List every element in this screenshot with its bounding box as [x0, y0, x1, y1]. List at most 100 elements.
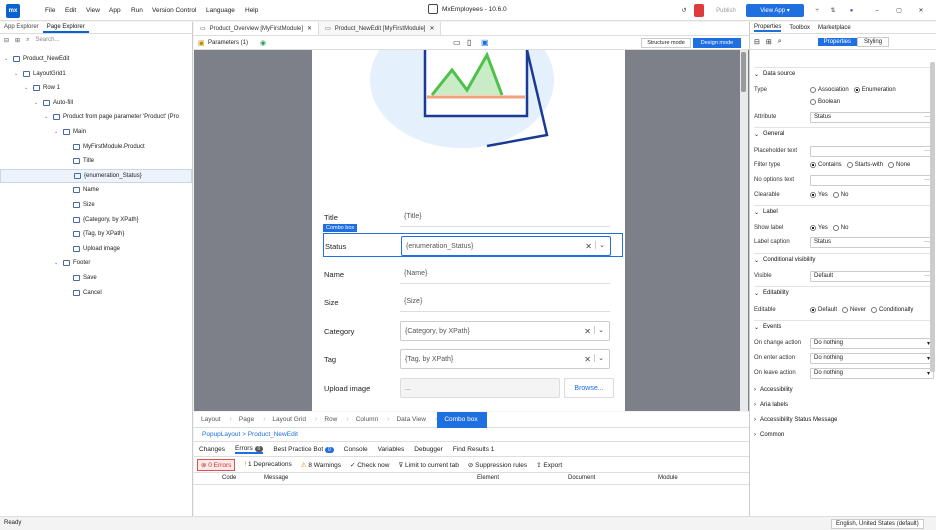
- section-conditional-visibility[interactable]: ⌄ Conditional visibility: [754, 253, 934, 266]
- menu-help[interactable]: Help: [245, 7, 258, 14]
- branch-icon[interactable]: ⑂: [812, 4, 822, 17]
- categorize-icon[interactable]: ⊞: [766, 38, 772, 46]
- tree-item[interactable]: ⌄ Auto-fill: [34, 96, 73, 110]
- warnings-filter[interactable]: ⚠ 8 Warnings: [301, 461, 341, 469]
- expand-icon[interactable]: ⊞: [15, 37, 20, 44]
- section-collapsed[interactable]: › Accessibility: [754, 383, 934, 396]
- breadcrumb-item[interactable]: Page: [232, 412, 263, 428]
- errors-filter[interactable]: ⊗ 0 Errors: [197, 458, 236, 471]
- col-document[interactable]: Document: [568, 475, 595, 481]
- parameters-button[interactable]: Parameters (1): [208, 40, 248, 46]
- sync-icon[interactable]: ⇅: [828, 4, 838, 17]
- breadcrumb-item[interactable]: Combo box: [437, 411, 487, 428]
- tree-item[interactable]: {Tag, by XPath}: [64, 227, 124, 241]
- expand-toggle-icon[interactable]: ⌄: [54, 260, 60, 266]
- tab-app-explorer[interactable]: App Explorer: [0, 22, 43, 33]
- tree-item[interactable]: Upload image: [64, 242, 120, 256]
- menu-edit[interactable]: Edit: [65, 7, 76, 14]
- view-app-button[interactable]: View App ▾: [746, 4, 804, 17]
- expand-toggle-icon[interactable]: ⌄: [54, 129, 60, 135]
- suppression-rules-button[interactable]: ⊘ Suppression rules: [468, 461, 527, 469]
- tree-item[interactable]: ⌄ Row 1: [24, 81, 60, 95]
- filter-startswith-radio[interactable]: Starts-with: [846, 162, 883, 168]
- menu-app[interactable]: App: [109, 7, 121, 14]
- export-button[interactable]: ⇪ Export: [536, 461, 562, 469]
- clearable-no-radio[interactable]: No: [832, 192, 848, 198]
- editable-default-radio[interactable]: Default: [810, 307, 837, 313]
- subtab-properties[interactable]: Properties: [817, 37, 858, 46]
- upload-field[interactable]: ...: [400, 378, 560, 398]
- combo-box[interactable]: {Category, by XPath} ✕ ⌄: [400, 321, 610, 341]
- tab-marketplace[interactable]: Marketplace: [818, 25, 851, 31]
- chevron-down-icon[interactable]: ⌄: [594, 326, 604, 334]
- menu-version-control[interactable]: Version Control: [152, 7, 196, 14]
- event-action-select[interactable]: Do nothing ▾: [810, 367, 934, 379]
- breadcrumb-item[interactable]: Data View: [389, 412, 435, 428]
- design-mode-button[interactable]: Design mode: [693, 38, 741, 48]
- menu-file[interactable]: File: [45, 7, 55, 14]
- type-association-radio[interactable]: Association: [810, 87, 849, 93]
- combo-box[interactable]: {enumeration_Status} ✕ ⌄: [401, 236, 611, 256]
- layout-path[interactable]: PopupLayout > Product_NewEdit: [194, 428, 749, 442]
- text-input[interactable]: {Size}: [400, 292, 610, 312]
- event-action-select[interactable]: Do nothing ▾: [810, 337, 934, 349]
- menu-view[interactable]: View: [86, 7, 100, 14]
- no-options-field[interactable]: ···: [810, 174, 934, 186]
- section-data-source[interactable]: ⌄ Data source: [754, 67, 934, 80]
- placeholder-field[interactable]: ···: [810, 145, 934, 157]
- clear-icon[interactable]: ✕: [584, 327, 591, 336]
- expand-toggle-icon[interactable]: ⌄: [34, 100, 40, 106]
- breadcrumb-item[interactable]: Layout: [194, 412, 230, 428]
- combo-box[interactable]: {Tag, by XPath} ✕ ⌄: [400, 349, 610, 369]
- col-element[interactable]: Element: [477, 475, 499, 481]
- breadcrumb-item[interactable]: Column: [349, 412, 387, 428]
- tree-item[interactable]: ⌄ Main: [54, 125, 86, 139]
- show-label-no-radio[interactable]: No: [832, 225, 848, 231]
- minimize-icon[interactable]: –: [872, 4, 882, 17]
- search-icon[interactable]: ⌕: [778, 38, 782, 46]
- search-input[interactable]: Search...: [35, 37, 59, 43]
- section-editability[interactable]: ⌄ Editability: [754, 286, 934, 299]
- close-icon[interactable]: ✕: [916, 4, 926, 17]
- tab-product-overview[interactable]: ▭ Product_Overview [MyFirstModule] ✕: [194, 22, 320, 35]
- tab-properties[interactable]: Properties: [754, 24, 782, 32]
- tree-item[interactable]: ⌄ LayoutGrid1: [14, 67, 66, 81]
- section-events[interactable]: ⌄ Events: [754, 320, 934, 333]
- tree-item[interactable]: Name: [64, 183, 99, 197]
- filter-contains-radio[interactable]: Contains: [810, 162, 842, 168]
- sort-icon[interactable]: ⊟: [754, 38, 760, 46]
- structure-mode-button[interactable]: Structure mode: [641, 38, 691, 48]
- tree-item[interactable]: {Category, by XPath}: [64, 213, 139, 227]
- properties-scrollbar[interactable]: [930, 62, 935, 372]
- menu-language[interactable]: Language: [206, 7, 235, 14]
- deprecations-filter[interactable]: ! 1 Deprecations: [244, 461, 291, 468]
- limit-tab-toggle[interactable]: ⊽ Limit to current tab: [398, 461, 458, 469]
- attribute-field[interactable]: Status ···: [810, 111, 934, 123]
- publish-button[interactable]: Publish: [710, 4, 742, 17]
- phone-view-icon[interactable]: ▣: [481, 38, 489, 47]
- tab-best-practice-bot[interactable]: Best Practice Bot 0: [273, 446, 334, 453]
- tablet-view-icon[interactable]: ▯: [467, 38, 471, 47]
- check-now-button[interactable]: ✓ Check now: [350, 461, 389, 469]
- tab-close-icon[interactable]: ✕: [429, 25, 434, 32]
- show-label-yes-radio[interactable]: Yes: [810, 225, 828, 231]
- breadcrumb-item[interactable]: Layout Grid: [265, 412, 315, 428]
- menu-run[interactable]: Run: [131, 7, 143, 14]
- canvas-scrollbar[interactable]: [740, 50, 748, 411]
- expand-toggle-icon[interactable]: ⌄: [14, 71, 20, 77]
- collapse-icon[interactable]: ⊟: [4, 37, 9, 44]
- tab-page-explorer[interactable]: Page Explorer: [42, 22, 89, 33]
- tab-close-icon[interactable]: ✕: [307, 25, 312, 32]
- tab-product-newedit[interactable]: ▭ Product_NewEdit [MyFirstModule] ✕: [319, 22, 442, 35]
- run-icon[interactable]: ↺: [678, 4, 690, 17]
- tree-item[interactable]: Title: [64, 154, 94, 168]
- tab-debugger[interactable]: Debugger: [414, 446, 443, 453]
- col-message[interactable]: Message: [264, 475, 288, 481]
- editable-never-radio[interactable]: Never: [842, 307, 866, 313]
- browse-button[interactable]: Browse...: [564, 378, 614, 398]
- tab-console[interactable]: Console: [344, 446, 368, 453]
- chevron-down-icon[interactable]: ⌄: [594, 354, 604, 362]
- type-enumeration-radio[interactable]: Enumeration: [853, 87, 896, 93]
- tree-item[interactable]: Cancel: [64, 286, 102, 300]
- section-collapsed[interactable]: › Aria labels: [754, 398, 934, 411]
